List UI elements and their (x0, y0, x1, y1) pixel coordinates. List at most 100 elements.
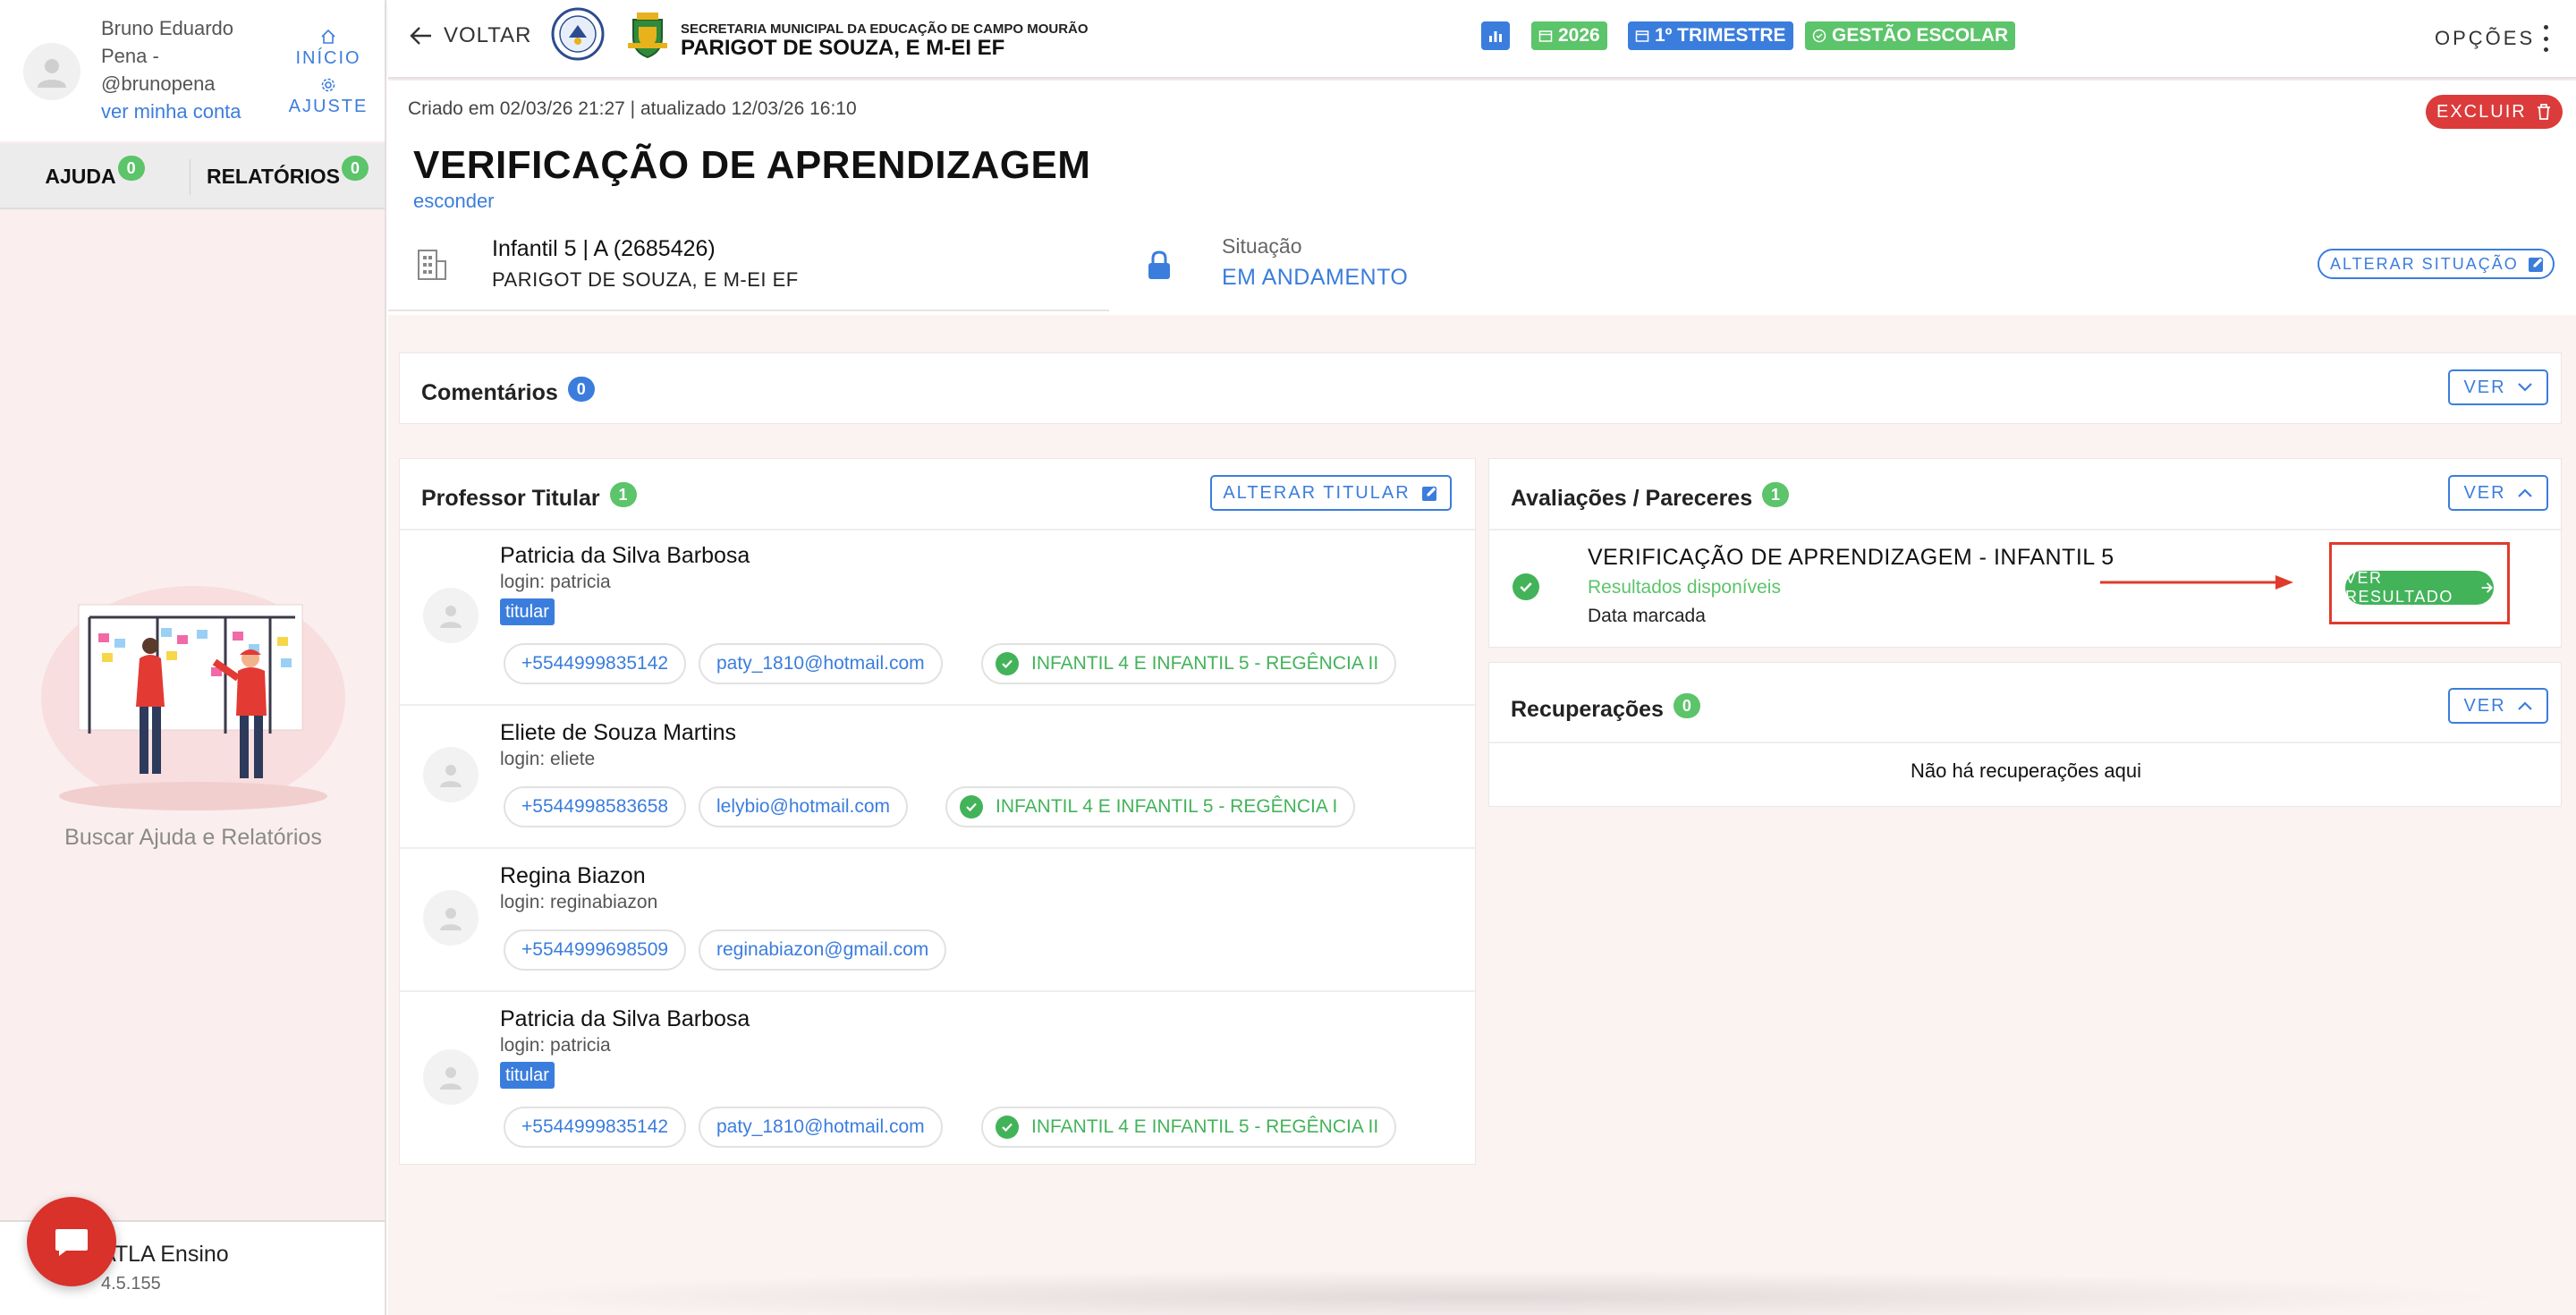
home-icon (288, 29, 369, 48)
email-pill[interactable]: paty_1810@hotmail.com (699, 643, 943, 684)
phone-pill[interactable]: +5544999698509 (504, 929, 687, 971)
recoveries-ver-label: VER (2463, 695, 2506, 716)
comments-title: Comentários 0 (421, 377, 595, 407)
bar-chart-icon (1489, 31, 1502, 42)
mode-label: GESTÃO ESCOLAR (1832, 25, 2009, 46)
edit-icon (2528, 257, 2544, 272)
recoveries-title: Recuperações 0 (1511, 693, 1700, 724)
email-pill[interactable]: lelybio@hotmail.com (699, 786, 909, 827)
divider (400, 990, 1477, 992)
professors-card: Professor Titular 1 ALTERAR TITULAR Patr… (399, 458, 1477, 1165)
stats-button[interactable] (1481, 21, 1510, 50)
back-label: VOLTAR (444, 23, 532, 47)
building-icon (418, 250, 446, 280)
change-titular-label: ALTERAR TITULAR (1223, 482, 1411, 503)
subject-pill[interactable]: INFANTIL 4 E INFANTIL 5 - REGÊNCIA II (981, 643, 1397, 684)
created-info: Criado em 02/03/26 21:27 | atualizado 12… (408, 98, 857, 119)
annotation-arrow-icon (2100, 575, 2293, 590)
recoveries-ver-button[interactable]: VER (2448, 688, 2548, 724)
check-circle-icon (1812, 29, 1826, 43)
divider (388, 310, 1109, 311)
sidebar-tabs: AJUDA 0 RELATÓRIOS 0 (0, 143, 385, 209)
help-search-text[interactable]: Buscar Ajuda e Relatórios (0, 825, 386, 851)
professors-title: Professor Titular 1 (421, 482, 637, 513)
tab-relatorios-count: 0 (342, 156, 369, 181)
comments-title-text: Comentários (421, 380, 558, 405)
tab-relatorios[interactable]: RELATÓRIOS 0 (191, 143, 385, 209)
divider (400, 704, 1477, 706)
arrow-left-icon (410, 27, 431, 45)
mode-chip[interactable]: GESTÃO ESCOLAR (1805, 21, 2016, 50)
recoveries-count: 0 (1673, 693, 1700, 718)
calendar-icon (1538, 30, 1553, 42)
evaluations-title-text: Avaliações / Pareceres (1511, 486, 1753, 511)
term-chip[interactable]: 1º TRIMESTRE (1628, 21, 1793, 50)
recoveries-empty-text: Não há recuperações aqui (1910, 759, 2142, 782)
avatar (423, 890, 479, 946)
recoveries-card: Recuperações 0 VER Não há recuperações a… (1488, 662, 2563, 807)
avatar[interactable] (23, 43, 80, 100)
year-chip[interactable]: 2026 (1531, 21, 1607, 50)
class-school: PARIGOT DE SOUZA, E M-EI EF (492, 268, 799, 291)
email-pill[interactable]: paty_1810@hotmail.com (699, 1107, 943, 1148)
divider (400, 529, 1477, 530)
check-icon (996, 1116, 1019, 1139)
phone-pill[interactable]: +5544999835142 (504, 1107, 687, 1148)
user-icon (440, 1067, 462, 1090)
hide-link[interactable]: esconder (413, 190, 495, 213)
evaluations-title: Avaliações / Pareceres 1 (1511, 482, 1790, 513)
divider (400, 847, 1477, 849)
professor-name: Patricia da Silva Barbosa (500, 1006, 750, 1031)
app-name: ATLA Ensino (101, 1242, 229, 1267)
professors-count: 1 (609, 482, 637, 507)
secretaria-logo (551, 7, 605, 61)
account-link[interactable]: ver minha conta (101, 100, 242, 123)
page-title: VERIFICAÇÃO DE APRENDIZAGEM (413, 143, 1091, 187)
change-status-button[interactable]: ALTERAR SITUAÇÃO (2318, 249, 2555, 279)
chevron-down-icon (2517, 383, 2532, 392)
sidebar: Bruno Eduardo Pena - @brunopena ver minh… (0, 0, 386, 1315)
inicio-button[interactable]: INÍCIO (288, 29, 369, 69)
change-status-label: ALTERAR SITUAÇÃO (2330, 254, 2519, 273)
avatar (423, 588, 479, 643)
phone-pill[interactable]: +5544998583658 (504, 786, 687, 827)
app-version: 4.5.155 (101, 1274, 161, 1294)
status-value: EM ANDAMENTO (1222, 265, 1409, 290)
status-label: Situação (1222, 234, 1302, 258)
chevron-up-icon (2517, 701, 2532, 710)
professor-name: Patricia da Silva Barbosa (500, 543, 750, 568)
divider (1489, 529, 2563, 530)
ver-resultado-button[interactable]: VER RESULTADO (2345, 569, 2494, 606)
professors-title-text: Professor Titular (421, 486, 600, 511)
subject-pill[interactable]: INFANTIL 4 E INFANTIL 5 - REGÊNCIA I (945, 786, 1356, 827)
avatar (423, 1049, 479, 1105)
top-bar: VOLTAR SECRETARIA MUNICIPAL DA EDUCAÇÃO … (388, 0, 2576, 79)
secretaria-name: SECRETARIA MUNICIPAL DA EDUCAÇÃO DE CAMP… (681, 21, 1089, 37)
user-icon (38, 59, 66, 88)
comments-ver-button[interactable]: VER (2448, 369, 2548, 405)
school-name: PARIGOT DE SOUZA, E M-EI EF (681, 36, 1005, 60)
lock-icon (1148, 250, 1170, 279)
tab-ajuda-count: 0 (117, 156, 145, 181)
more-vertical-icon[interactable] (2542, 25, 2549, 52)
user-icon (440, 908, 462, 930)
professor-login: login: patricia (500, 1035, 611, 1056)
chat-button[interactable] (27, 1197, 116, 1286)
tab-relatorios-label: RELATÓRIOS (206, 164, 341, 188)
delete-button[interactable]: EXCLUIR (2426, 95, 2563, 129)
options-button[interactable]: OPÇÕES (2435, 27, 2535, 50)
ajuste-button[interactable]: AJUSTE (288, 77, 369, 117)
check-circle-icon (1513, 573, 1539, 600)
comments-count: 0 (567, 377, 595, 402)
email-pill[interactable]: reginabiazon@gmail.com (699, 929, 947, 971)
evaluation-name[interactable]: VERIFICAÇÃO DE APRENDIZAGEM - INFANTIL 5 (1588, 545, 2114, 571)
phone-pill[interactable]: +5544999835142 (504, 643, 687, 684)
change-titular-button[interactable]: ALTERAR TITULAR (1210, 475, 1452, 511)
professor-name: Eliete de Souza Martins (500, 720, 737, 745)
tab-ajuda[interactable]: AJUDA 0 (0, 143, 190, 209)
ver-resultado-label: VER RESULTADO (2345, 569, 2453, 606)
subject-pill[interactable]: INFANTIL 4 E INFANTIL 5 - REGÊNCIA II (981, 1107, 1397, 1148)
evaluations-ver-button[interactable]: VER (2448, 475, 2548, 511)
user-name: Bruno Eduardo Pena - @brunopena (101, 17, 233, 95)
back-button[interactable]: VOLTAR (410, 23, 531, 48)
